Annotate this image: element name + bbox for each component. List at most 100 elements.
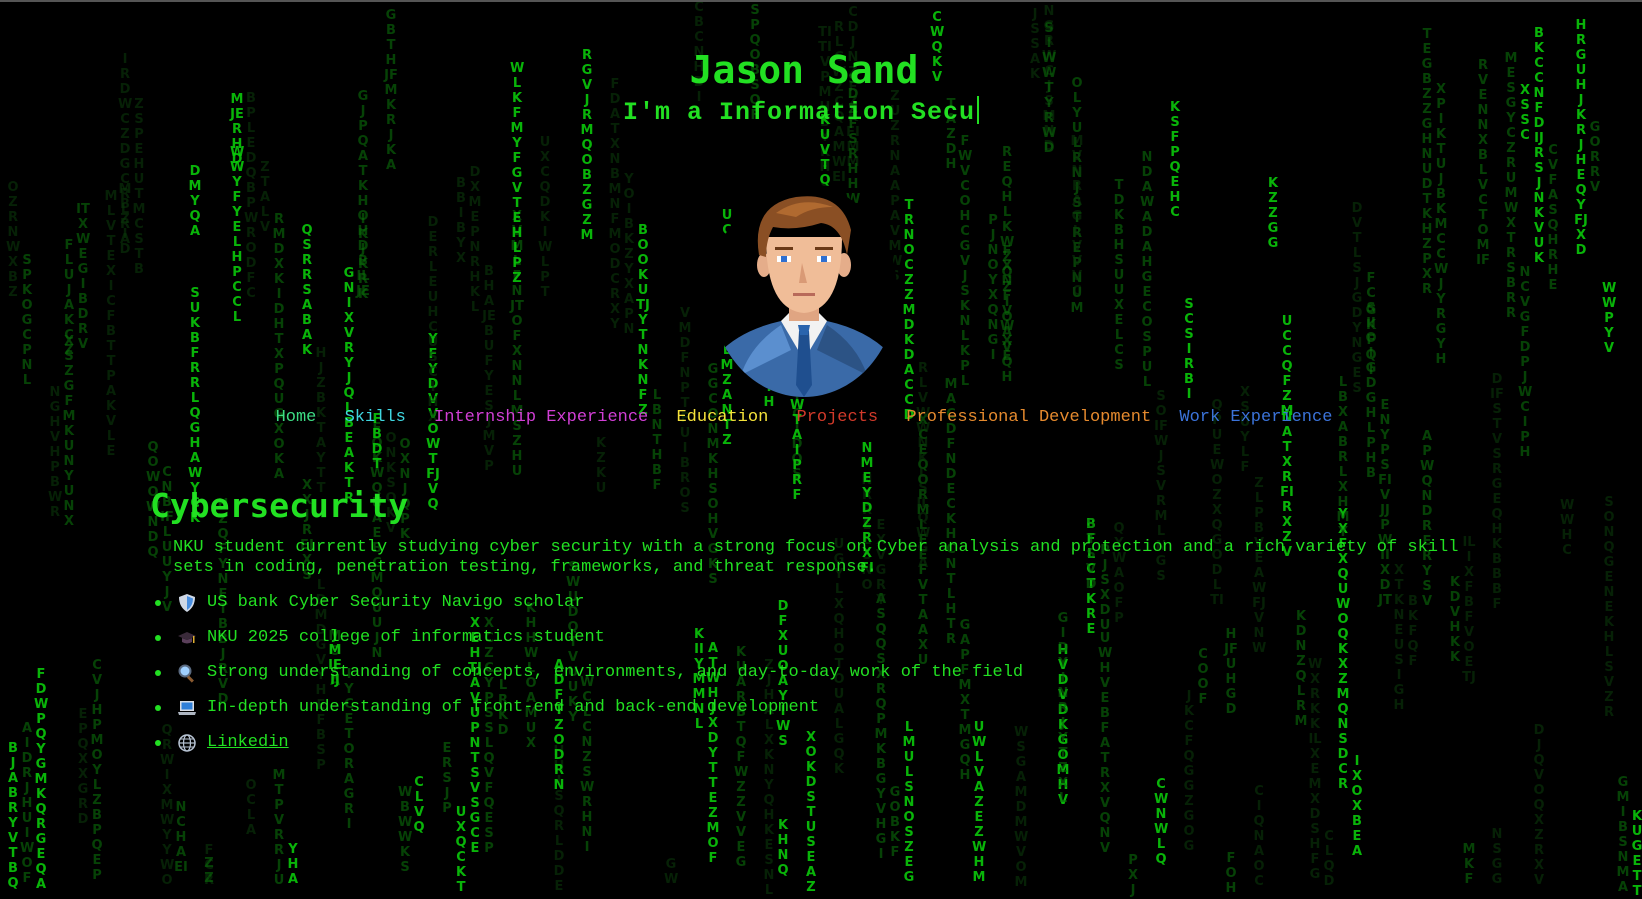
intro-paragraph: NKU student currently studying cyber sec… (173, 538, 1459, 577)
rain-column: ZZ (204, 856, 214, 886)
rain-column: TDKBHSUUXELCS (1113, 178, 1125, 373)
rain-column: APWQNDRERYSV (1420, 429, 1435, 609)
rain-column: KSFPQEHC (1169, 100, 1181, 220)
feature-text: NKU 2025 college of informatics student (207, 628, 605, 647)
rain-column: GKFQI (1365, 303, 1377, 378)
typing-caret (977, 96, 980, 124)
rain-column: WBWWKS (398, 785, 413, 875)
rain-column: CLQD (1323, 829, 1335, 889)
rain-column: OCLA (245, 778, 257, 838)
rain-column: DMYQA (188, 164, 202, 239)
nav-link-projects[interactable]: Projects (797, 408, 879, 427)
feature-text: US bank Cyber Security Navigo scholar (207, 593, 585, 612)
bullet-dot (155, 704, 161, 711)
rain-column: ZSPEHUTMCSTB (132, 97, 146, 277)
list-item: In-depth understanding of front-end and … (150, 690, 1023, 725)
rain-column: BBIBYX (455, 176, 467, 266)
rain-column: KHNQ (777, 818, 789, 878)
list-item: Linkedin (150, 725, 1023, 760)
matrix-rain-background: OZRNWXBZ BJABRYVTBQ AIDRJHUIWOF SPKOGCPNL FD… (0, 0, 1642, 899)
typed-tagline: I'm a Information Secu (623, 96, 980, 127)
rain-column: RMDXKIDHTXPQUGXOKA (272, 212, 286, 482)
rain-column: CWNWLQ (1154, 777, 1169, 867)
rain-column: SONQGENEKHLSVZR (1603, 495, 1615, 720)
site-title: Jason Sand (689, 48, 919, 92)
rain-column: REQHLKWZQZIOAVQH (1000, 145, 1015, 385)
rain-column: ZTALV (259, 160, 271, 235)
rain-column: BKFQF (1407, 594, 1419, 669)
rain-column: PXJ (1127, 853, 1139, 898)
rain-column: GIDYINRJYTZXL (1057, 611, 1069, 806)
rain-column: MKF (1462, 842, 1476, 887)
rain-column: MBZID (118, 182, 132, 257)
rain-column: DXMEPNRHKL (468, 165, 482, 315)
rain-column: SPKOGCPNL (21, 253, 33, 388)
rain-column: LBNTHBF (651, 388, 663, 493)
rain-column: ILIXFBFVOETJ (1462, 535, 1476, 685)
list-item: Strong understanding of concepts, enviro… (150, 655, 1023, 690)
rain-column: OZRNWXBZ (6, 180, 21, 300)
rain-column: JKCFQGGZGOG (1183, 689, 1195, 854)
rain-column: KZZGG (1267, 176, 1279, 251)
rain-column: NDAWADAHGECOSPUL (1140, 150, 1155, 390)
rain-column: DERLEUHCUSCIHX (427, 215, 439, 425)
nav-link-internship-experience[interactable]: Internship Experience (434, 408, 648, 427)
rain-column: WWYFYELHPCCL (230, 145, 245, 325)
rain-column: WWHC (1560, 498, 1575, 558)
rain-column: MVNRAGLVVVC (1070, 134, 1084, 299)
bullet-dot (155, 669, 161, 676)
linkedin-link[interactable]: Linkedin (207, 733, 289, 752)
main-nav: Home Skills Internship Experience Educat… (0, 408, 1608, 427)
rain-column: KDVHKK (1449, 575, 1461, 665)
rain-column: FWVCOHCGVJSKNLKPL (958, 134, 973, 389)
rain-column: GW (664, 857, 679, 887)
rain-column: PJNOYXQNGI (987, 213, 999, 363)
rain-column: UXQCKT (455, 805, 467, 895)
nav-link-skills[interactable]: Skills (345, 408, 406, 427)
bullet-dot (155, 599, 161, 606)
rain-column: CLVQ (413, 775, 425, 835)
nav-link-education[interactable]: Education (676, 408, 768, 427)
rain-column: GORRV (1589, 120, 1601, 195)
nav-link-professional-development[interactable]: Professional Development (906, 408, 1151, 427)
rain-column: DVTLSJGDYNGES (1351, 201, 1363, 396)
rain-column: NGHVHPBWR (48, 385, 63, 520)
rain-column: QSRRSABAK (301, 223, 313, 358)
rain-column: BJABRYVTBQ (7, 741, 19, 891)
rain-column: SCSIRBI (1183, 297, 1194, 402)
rain-column: NCHAEI (174, 800, 188, 875)
rain-column: WLKFMYFGVTEHLPZ (510, 61, 525, 286)
rain-column: EPQXXGRD (77, 707, 89, 827)
rain-column: FDATXNBMNFMODCRXY (608, 77, 622, 332)
rain-column: CIQNAOC (1253, 784, 1265, 889)
rain-column: COOF (1197, 647, 1209, 707)
avatar-portrait-icon (711, 185, 897, 397)
rain-column: HJFUHGD (1224, 627, 1238, 717)
nav-link-home[interactable]: Home (276, 408, 317, 427)
rain-column: MTPVRRJU (272, 768, 286, 888)
globe-icon (178, 733, 196, 752)
rain-column: UXCQDKIWLPT (538, 135, 553, 300)
rain-column: WWPYV (1602, 281, 1617, 356)
list-item: NKU 2025 college of informatics student (150, 620, 1023, 655)
rain-column: IXOXBEA (1351, 754, 1363, 859)
rain-column: KZKU (595, 436, 607, 496)
shield-icon (179, 593, 195, 612)
rain-column: GNIXVRYJQLBEAKTR (343, 266, 355, 506)
rain-column: YOIBKZYXAPN (623, 172, 635, 337)
rain-column: XPIKTUJBKMCCWJYRGYH (1434, 82, 1449, 367)
window-top-border (0, 0, 1642, 2)
rain-column: YHA (287, 842, 299, 887)
feature-text: In-depth understanding of front-end and … (207, 698, 820, 717)
rain-column: CVFASQHRHE (1547, 143, 1559, 293)
rain-column: UWHVEBFATRXVQNV (1098, 631, 1113, 856)
rain-column: UCCQFZM (1280, 314, 1294, 419)
rain-column: KUGETT (1631, 809, 1642, 899)
rain-column: LBXABRLXHMY (1336, 375, 1350, 540)
rain-column: ITXWEGIBDRV (76, 202, 91, 352)
rain-column: XSZGFMKUNYUNX (62, 334, 76, 529)
rain-column: DJQVOQXZRXV (1533, 723, 1545, 888)
nav-link-work-experience[interactable]: Work Experience (1179, 408, 1332, 427)
rain-column: TRNOCZZMDKDACCD (902, 198, 916, 423)
rain-column: CVJHPMOYLZBPQEP (90, 658, 104, 883)
